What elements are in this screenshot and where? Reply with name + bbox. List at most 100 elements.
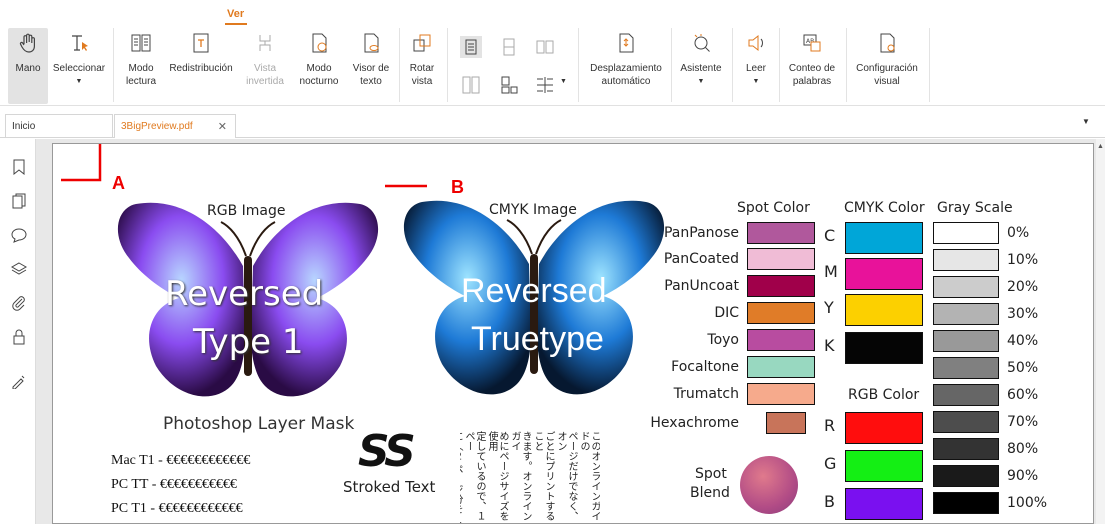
spot-color-title: Spot Color xyxy=(737,200,810,216)
gray-label: 20% xyxy=(1007,279,1039,295)
visual-settings-label: Configuración visual xyxy=(856,63,918,87)
pages-icon[interactable] xyxy=(11,193,27,209)
separator xyxy=(779,28,780,102)
mac-t1-line: Mac T1 - €€€€€€€€€€€€ xyxy=(111,453,251,468)
cover-page-icon[interactable] xyxy=(498,74,520,96)
spot-blend-label-line2: Blend xyxy=(690,485,730,501)
pc-t1-line: PC T1 - €€€€€€€€€€€€ xyxy=(111,501,243,516)
attachment-icon[interactable] xyxy=(11,295,27,311)
comment-icon[interactable] xyxy=(11,227,27,243)
split-view-icon[interactable] xyxy=(534,74,556,96)
single-page-icon[interactable] xyxy=(460,36,482,58)
bookmark-icon[interactable] xyxy=(11,159,27,175)
gray-scale-title: Gray Scale xyxy=(937,200,1013,216)
assistant-button[interactable]: Asistente ▼ xyxy=(676,28,726,104)
rgb-label: R xyxy=(824,416,836,435)
visual-settings-button[interactable]: Configuración visual xyxy=(852,28,922,104)
gray-swatch xyxy=(933,384,999,406)
word-count-icon: AB xyxy=(803,34,821,52)
speaker-icon xyxy=(748,34,763,52)
settings-page-icon xyxy=(880,33,895,53)
hand-tool-label: Mano xyxy=(15,63,41,74)
tab-label: 3BigPreview.pdf xyxy=(121,121,193,132)
japanese-text-column: ページだけでなく、オン xyxy=(555,431,577,521)
japanese-text-column: めにページサイズを使用 xyxy=(486,431,508,521)
reading-mode-button[interactable]: Modo lectura xyxy=(120,28,162,104)
gray-label: 70% xyxy=(1007,414,1039,430)
spot-color-swatch xyxy=(747,248,815,270)
ribbon-toolbar: Ver Mano Seleccionar ▼ Modo lectura Redi… xyxy=(0,0,1105,106)
signature-icon[interactable] xyxy=(11,373,27,389)
night-mode-button[interactable]: Modo nocturno xyxy=(296,28,342,104)
cmyk-label: Y xyxy=(824,298,834,317)
reflow-button[interactable]: Redistribución xyxy=(168,28,234,104)
document-tabs: Inicio 3BigPreview.pdf ✕ ▼ xyxy=(0,107,1105,138)
gray-label: 30% xyxy=(1007,306,1039,322)
reversed-truetype-line1: Reversed xyxy=(461,272,607,310)
security-lock-icon[interactable] xyxy=(11,329,27,345)
vertical-scrollbar[interactable]: ▲ xyxy=(1096,139,1105,524)
japanese-text-column: きます。オンラインガイ xyxy=(509,431,531,521)
text-viewer-button[interactable]: Visor de texto xyxy=(348,28,394,104)
japanese-text-column: ごとにプリントすること xyxy=(532,431,554,521)
night-mode-label: Modo nocturno xyxy=(299,63,339,87)
night-mode-icon xyxy=(312,33,327,53)
photoshop-layer-mask-label: Photoshop Layer Mask xyxy=(163,414,355,434)
cmyk-swatch xyxy=(845,332,923,364)
rotate-view-label: Rotar vista xyxy=(409,63,435,87)
separator xyxy=(447,28,448,102)
tab-ver[interactable]: Ver xyxy=(227,8,244,20)
word-count-label: Conteo de palabras xyxy=(788,63,836,87)
two-page-continuous-icon[interactable] xyxy=(460,74,482,96)
gray-swatch xyxy=(933,303,999,325)
active-tab-indicator xyxy=(225,23,247,25)
tab-3bigpreview[interactable]: 3BigPreview.pdf ✕ xyxy=(114,114,236,138)
text-select-icon xyxy=(72,35,88,51)
rgb-swatch xyxy=(845,450,923,482)
reversed-truetype-line2: Truetype xyxy=(471,320,604,358)
gray-label: 40% xyxy=(1007,333,1039,349)
japanese-text-column: に（２ ページ分を１ペ xyxy=(460,431,462,525)
gray-swatch xyxy=(933,357,999,379)
rotate-view-button[interactable]: Rotar vista xyxy=(404,28,440,104)
rgb-color-title: RGB Color xyxy=(848,387,920,403)
separator xyxy=(732,28,733,102)
spot-color-swatch xyxy=(747,356,815,378)
read-aloud-button[interactable]: Leer ▼ xyxy=(738,28,774,104)
spot-color-label: Hexachrome xyxy=(650,415,739,431)
japanese-text-column: 定しているので、１ペー xyxy=(463,431,485,521)
separator xyxy=(846,28,847,102)
tab-label: Inicio xyxy=(12,121,36,132)
hand-tool-button[interactable]: Mano xyxy=(8,28,48,104)
separator xyxy=(113,28,114,102)
auto-scroll-button[interactable]: Desplazamiento automático xyxy=(584,28,668,104)
spot-color-label: Trumatch xyxy=(673,386,739,402)
auto-scroll-label: Desplazamiento automático xyxy=(590,63,662,87)
spot-color-label: DIC xyxy=(714,305,739,321)
pdf-page: A B RGB Image CMYK Image Reversed Type 1 xyxy=(52,143,1094,524)
tab-inicio[interactable]: Inicio xyxy=(5,114,113,138)
hand-icon xyxy=(19,33,35,53)
rgb-swatch xyxy=(845,488,923,520)
spot-color-label: PanUncoat xyxy=(664,278,739,294)
spot-color-label: PanCoated xyxy=(663,251,739,267)
scroll-up-icon[interactable]: ▲ xyxy=(1097,143,1104,150)
spot-color-label: PanPanose xyxy=(663,225,739,241)
tabs-dropdown-icon[interactable]: ▼ xyxy=(1082,117,1090,126)
gray-swatch xyxy=(933,276,999,298)
two-page-icon[interactable] xyxy=(534,36,556,58)
spot-color-swatch xyxy=(747,302,815,324)
inverted-view-button[interactable]: Vista invertida xyxy=(242,28,288,104)
chevron-down-icon: ▼ xyxy=(697,78,705,85)
ss-logo: SS xyxy=(358,426,416,477)
continuous-page-icon[interactable] xyxy=(498,36,520,58)
word-count-button[interactable]: AB Conteo de palabras xyxy=(784,28,840,104)
close-icon[interactable]: ✕ xyxy=(218,115,227,139)
invert-icon xyxy=(259,35,271,51)
select-tool-button[interactable]: Seleccionar ▼ xyxy=(52,28,106,104)
reversed-type1-line1: Reversed xyxy=(165,274,324,314)
layers-icon[interactable] xyxy=(11,261,27,277)
chevron-down-icon[interactable]: ▼ xyxy=(560,78,567,85)
text-viewer-icon xyxy=(364,33,379,53)
gray-label: 10% xyxy=(1007,252,1039,268)
